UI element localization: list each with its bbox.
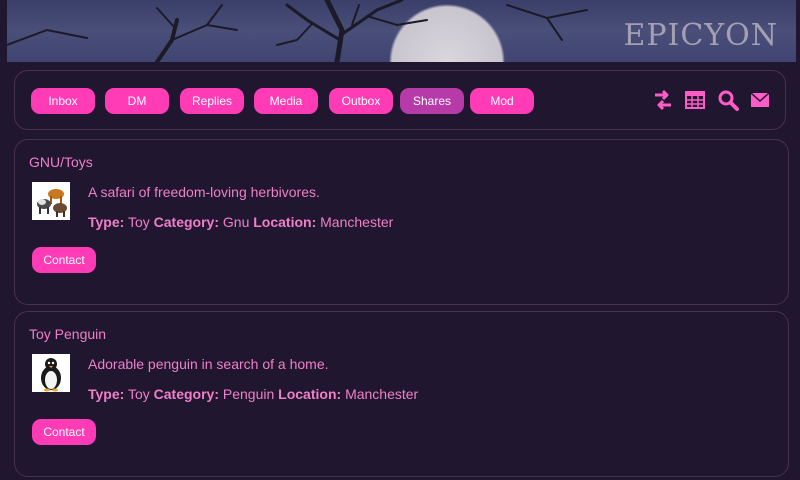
type-label: Type: [88, 214, 125, 230]
nav-button-dm[interactable]: DM [105, 88, 169, 114]
location-value: Manchester [320, 214, 394, 230]
timeline-nav-bar: Inbox DM Replies Media Outbox Shares Mod [14, 70, 786, 130]
share-description: Adorable penguin in search of a home. [88, 356, 329, 372]
category-label: Category: [153, 386, 219, 402]
toy-penguin-image [41, 358, 61, 392]
contact-button[interactable]: Contact [32, 419, 96, 445]
location-label: Location: [278, 386, 342, 402]
swap-icon[interactable] [652, 89, 674, 111]
category-value: Penguin [222, 386, 275, 402]
share-thumbnail[interactable] [32, 182, 70, 220]
nav-button-inbox[interactable]: Inbox [31, 88, 95, 114]
share-card: GNU/Toys A safari of freedom-loving herb… [14, 139, 789, 305]
category-label: Category: [153, 214, 219, 230]
nav-button-media[interactable]: Media [254, 88, 318, 114]
site-logo-text: EPICYON [623, 18, 778, 53]
category-value: Gnu [222, 214, 250, 230]
search-icon[interactable] [717, 89, 739, 111]
type-label: Type: [88, 386, 125, 402]
toy-animals-image [37, 189, 67, 217]
type-value: Toy [127, 386, 150, 402]
share-title: Toy Penguin [29, 326, 107, 342]
share-description: A safari of freedom-loving herbivores. [88, 184, 320, 200]
nav-button-mod[interactable]: Mod [470, 88, 534, 114]
header-banner: EPICYON [7, 0, 796, 62]
mail-icon[interactable] [749, 89, 771, 111]
share-details: Type: Toy Category: Penguin Location: Ma… [88, 386, 418, 402]
nav-button-outbox[interactable]: Outbox [329, 88, 393, 114]
share-details: Type: Toy Category: Gnu Location: Manche… [88, 214, 393, 230]
calendar-grid-icon[interactable] [684, 89, 706, 111]
share-thumbnail[interactable] [32, 354, 70, 392]
share-title: GNU/Toys [29, 154, 93, 170]
share-card: Toy Penguin Adorable penguin in search o… [14, 311, 789, 477]
nav-button-shares[interactable]: Shares [400, 88, 464, 114]
location-value: Manchester [345, 386, 419, 402]
contact-button[interactable]: Contact [32, 247, 96, 273]
location-label: Location: [253, 214, 317, 230]
type-value: Toy [127, 214, 150, 230]
nav-button-replies[interactable]: Replies [180, 88, 244, 114]
